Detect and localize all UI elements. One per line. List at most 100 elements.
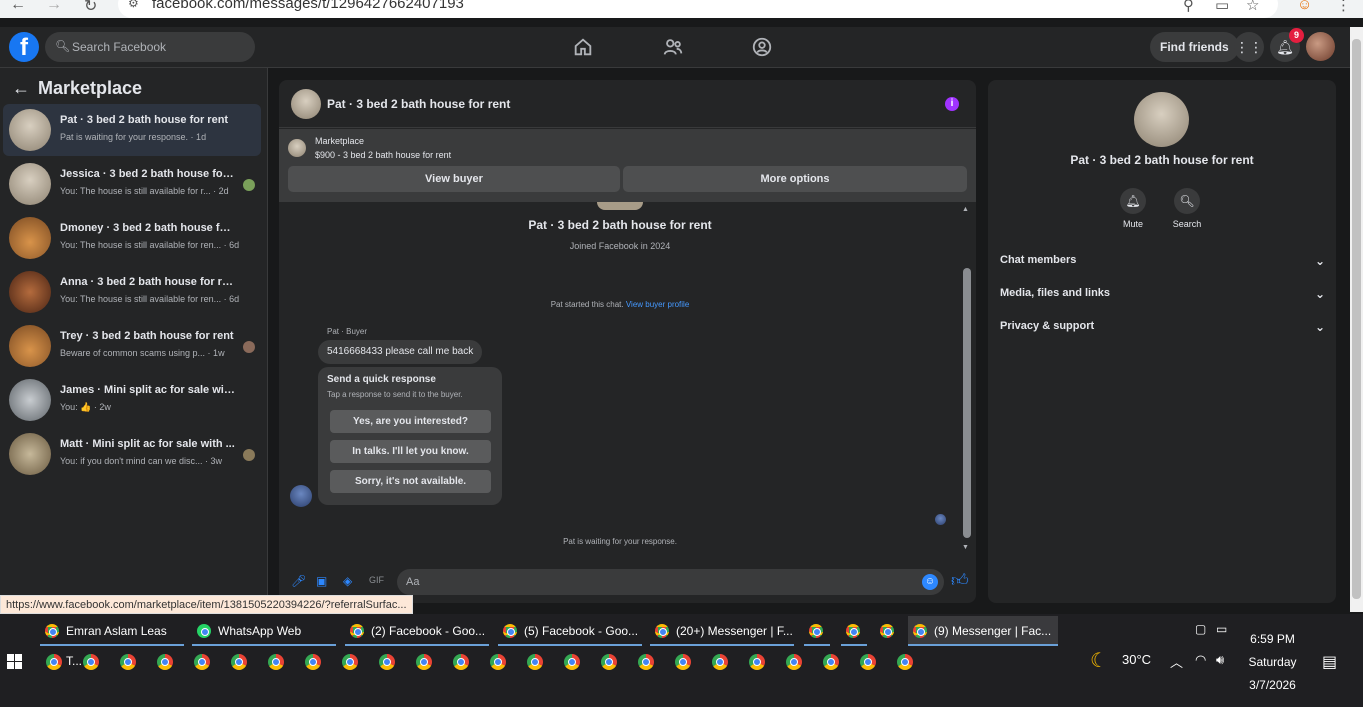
- scroll-thumb[interactable]: [963, 268, 971, 538]
- volume-icon[interactable]: 🔊︎: [1216, 652, 1224, 668]
- site-settings-icon[interactable]: ⚙: [128, 0, 139, 10]
- scroll-up-icon[interactable]: ▲: [962, 206, 969, 213]
- gif-icon[interactable]: GIF: [369, 575, 384, 585]
- chat-avatar[interactable]: [291, 89, 321, 119]
- back-icon[interactable]: ←: [10, 0, 26, 14]
- search-action[interactable]: 🔍︎ Search: [1157, 188, 1217, 229]
- chrome-pinned-icon[interactable]: [860, 654, 876, 670]
- chrome-pinned-icon[interactable]: [268, 654, 284, 670]
- chrome-pinned-icon[interactable]: [305, 654, 321, 670]
- microphone-icon[interactable]: 🎤︎: [291, 574, 306, 588]
- chrome-pinned-icon[interactable]: [416, 654, 432, 670]
- photo-icon[interactable]: ▣: [316, 574, 327, 588]
- forward-icon[interactable]: →: [46, 0, 62, 14]
- back-arrow-icon[interactable]: ←: [12, 78, 30, 98]
- search-input[interactable]: [72, 32, 247, 62]
- wifi-icon[interactable]: ◠: [1195, 652, 1206, 668]
- info-icon[interactable]: i: [945, 97, 959, 111]
- address-url[interactable]: facebook.com/messages/t/1296427662407193: [152, 0, 464, 12]
- chrome-pinned-icon[interactable]: [675, 654, 691, 670]
- taskbar-window[interactable]: (2) Facebook - Goo...: [345, 616, 489, 646]
- taskbar-window[interactable]: (20+) Messenger | F...: [650, 616, 794, 646]
- moon-weather-icon[interactable]: ☾: [1090, 648, 1108, 673]
- section-media-files-links[interactable]: Media, files and links ⌄: [1000, 287, 1325, 307]
- chrome-pinned-icon[interactable]: [564, 654, 580, 670]
- message-input[interactable]: [406, 569, 906, 595]
- chrome-pinned-icon[interactable]: [638, 654, 654, 670]
- chrome-pinned-icon[interactable]: [786, 654, 802, 670]
- taskbar-window[interactable]: [804, 616, 830, 646]
- chrome-pinned-icon[interactable]: [157, 654, 173, 670]
- section-privacy-support[interactable]: Privacy & support ⌄: [1000, 320, 1325, 340]
- address-bar[interactable]: ⚙ facebook.com/messages/t/12964276624071…: [118, 0, 1278, 18]
- conversation-item[interactable]: Trey · 3 bed 2 bath house for rent Bewar…: [3, 320, 261, 372]
- home-icon[interactable]: [572, 36, 594, 58]
- chrome-pinned-icon[interactable]: [490, 654, 506, 670]
- conversation-item[interactable]: Jessica · 3 bed 2 bath house for ... You…: [3, 158, 261, 210]
- bell-icon[interactable]: 🔔︎: [1120, 188, 1146, 214]
- notifications-center-icon[interactable]: ▤: [1322, 652, 1337, 672]
- system-clock[interactable]: 6:59 PM Saturday 3/7/2026: [1240, 628, 1305, 697]
- section-chat-members[interactable]: Chat members ⌄: [1000, 254, 1325, 274]
- quick-response-button[interactable]: In talks. I'll let you know.: [330, 440, 491, 463]
- quick-response-button[interactable]: Yes, are you interested?: [330, 410, 491, 433]
- chrome-pinned-icon[interactable]: [342, 654, 358, 670]
- chrome-pinned-icon[interactable]: [379, 654, 395, 670]
- friends-icon[interactable]: [662, 36, 684, 58]
- chat-title[interactable]: Pat · 3 bed 2 bath house for rent: [327, 97, 510, 111]
- chat-scrollbar[interactable]: ▲ ▼: [961, 206, 973, 556]
- chrome-pinned-icon[interactable]: [231, 654, 247, 670]
- taskbar-window[interactable]: (5) Facebook - Goo...: [498, 616, 642, 646]
- more-options-button[interactable]: More options: [623, 166, 967, 192]
- profile-icon[interactable]: ☺: [1297, 0, 1312, 13]
- view-buyer-button[interactable]: View buyer: [288, 166, 620, 192]
- conversation-item[interactable]: Matt · Mini split ac for sale with ... Y…: [3, 428, 261, 480]
- install-icon[interactable]: ▭: [1215, 0, 1229, 14]
- bookmark-star-icon[interactable]: ☆: [1246, 0, 1259, 14]
- conversation-item[interactable]: Dmoney · 3 bed 2 bath house for r... You…: [3, 212, 261, 264]
- taskbar-window-active[interactable]: (9) Messenger | Fac...: [908, 616, 1058, 646]
- page-scrollbar[interactable]: [1350, 27, 1363, 612]
- chrome-pinned-icon[interactable]: [712, 654, 728, 670]
- view-buyer-profile-link[interactable]: View buyer profile: [626, 300, 689, 309]
- zoom-icon[interactable]: ⚲: [1183, 0, 1194, 14]
- listing-title[interactable]: $900 - 3 bed 2 bath house for rent: [315, 150, 451, 160]
- mute-action[interactable]: 🔔︎ Mute: [1103, 188, 1163, 229]
- find-friends-button[interactable]: Find friends: [1150, 32, 1239, 62]
- menu-grid-icon[interactable]: ⋮⋮: [1234, 32, 1264, 62]
- windows-start-icon[interactable]: [7, 654, 23, 670]
- account-avatar[interactable]: [1306, 32, 1335, 61]
- groups-icon[interactable]: [751, 36, 773, 58]
- chrome-pinned-icon[interactable]: [897, 654, 913, 670]
- message-input-box[interactable]: ☺: [397, 569, 944, 595]
- chrome-pinned-icon[interactable]: [46, 654, 62, 670]
- facebook-logo-icon[interactable]: f: [9, 32, 39, 62]
- reload-icon[interactable]: ↻: [84, 0, 97, 16]
- conversation-item[interactable]: Anna · 3 bed 2 bath house for rent You: …: [3, 266, 261, 318]
- scroll-down-icon[interactable]: ▼: [962, 544, 969, 551]
- weather-temp[interactable]: 30°C: [1122, 652, 1151, 667]
- chrome-pinned-icon[interactable]: [749, 654, 765, 670]
- battery-icon[interactable]: ▭: [1216, 622, 1227, 636]
- sticker-icon[interactable]: ◈: [343, 574, 352, 588]
- tray-chevron-up-icon[interactable]: ︿: [1170, 652, 1183, 671]
- chrome-pinned-icon[interactable]: [120, 654, 136, 670]
- chrome-pinned-icon[interactable]: [83, 654, 99, 670]
- meet-now-icon[interactable]: ▢: [1195, 622, 1206, 636]
- page-scroll-thumb[interactable]: [1352, 39, 1361, 599]
- taskbar-window[interactable]: [841, 616, 867, 646]
- chrome-pinned-icon[interactable]: [453, 654, 469, 670]
- conversation-item[interactable]: Pat · 3 bed 2 bath house for rent Pat is…: [3, 104, 261, 156]
- search-icon[interactable]: 🔍︎: [1174, 188, 1200, 214]
- emoji-icon[interactable]: ☺: [922, 574, 938, 590]
- thumbs-up-icon[interactable]: 👍︎: [951, 570, 969, 591]
- conversation-item[interactable]: James · Mini split ac for sale with i...…: [3, 374, 261, 426]
- chrome-pinned-icon[interactable]: [194, 654, 210, 670]
- message-bubble[interactable]: 5416668433 please call me back: [318, 340, 483, 364]
- search-box[interactable]: 🔍︎: [45, 32, 255, 62]
- menu-dots-icon[interactable]: ⋮: [1336, 0, 1351, 14]
- taskbar-window[interactable]: [875, 616, 901, 646]
- taskbar-window[interactable]: Emran Aslam Leas T...: [40, 616, 184, 668]
- quick-response-button[interactable]: Sorry, it's not available.: [330, 470, 491, 493]
- chrome-pinned-icon[interactable]: [601, 654, 617, 670]
